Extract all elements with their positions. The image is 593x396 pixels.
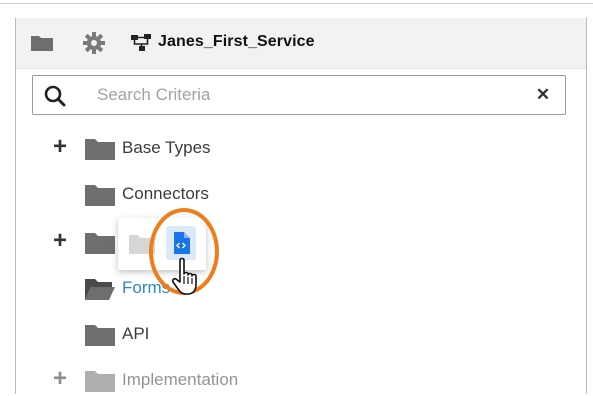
folder-icon — [85, 325, 115, 346]
folder-icon — [85, 371, 115, 392]
folder-icon — [85, 233, 115, 254]
tree-item-implementation[interactable]: + Implementation — [50, 366, 350, 396]
folder-icon — [85, 139, 115, 160]
gear-icon — [83, 32, 105, 54]
settings-button[interactable] — [80, 29, 108, 57]
folder-button[interactable] — [28, 29, 56, 57]
divider — [586, 18, 587, 394]
tree-item-connectors[interactable]: Connectors — [50, 180, 350, 210]
divider — [0, 3, 593, 4]
divider — [15, 18, 16, 394]
expand-icon[interactable]: + — [50, 135, 70, 159]
hand-pointer-icon — [171, 257, 197, 295]
tree-item-label: API — [122, 324, 150, 343]
expand-icon[interactable]: + — [50, 229, 70, 253]
toolbar: Janes_First_Service — [16, 18, 586, 69]
service-name[interactable]: Janes_First_Service — [158, 33, 315, 51]
folder-open-icon — [85, 279, 115, 300]
tree-item-label: Base Types — [122, 138, 211, 157]
search-input[interactable] — [97, 76, 517, 114]
expand-icon[interactable]: + — [50, 367, 70, 391]
close-icon[interactable]: ✕ — [533, 84, 553, 106]
tree-item-api[interactable]: API — [50, 320, 350, 350]
search-icon — [44, 85, 66, 107]
tree-item-label: Connectors — [122, 184, 209, 203]
search-box: ✕ — [32, 75, 566, 115]
tree-item-base-types[interactable]: + Base Types — [50, 134, 350, 164]
folder-icon — [31, 36, 53, 51]
folder-icon — [85, 185, 115, 206]
tree-item-label: Implementation — [122, 370, 239, 389]
service-icon — [131, 34, 151, 51]
